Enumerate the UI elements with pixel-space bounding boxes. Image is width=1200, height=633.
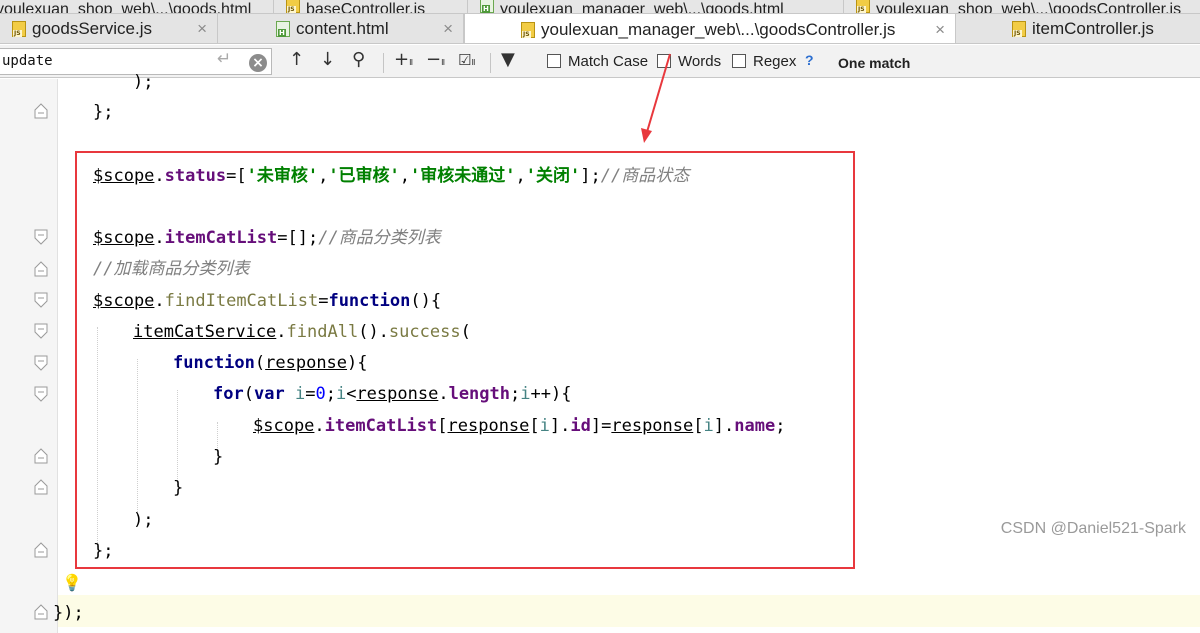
annotation-arrow: [641, 53, 671, 143]
watermark: CSDN @Daniel521-Spark: [1000, 520, 1186, 537]
